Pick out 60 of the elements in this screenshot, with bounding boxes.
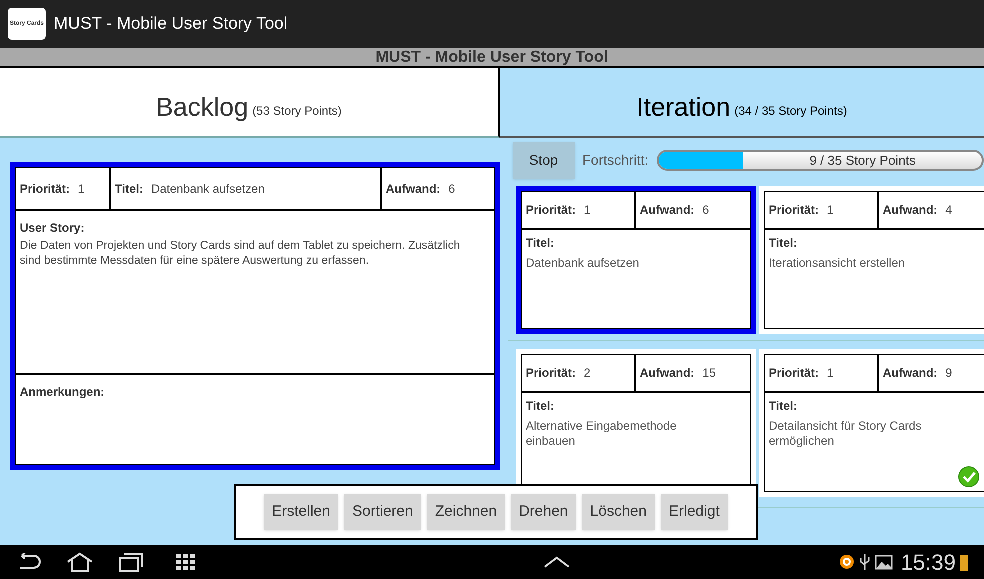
title-bar: MUST - Mobile User Story Tool [0,48,984,68]
field-label: Priorität: [769,365,820,382]
field-label: User Story: [20,220,86,237]
field-value: 15 [702,365,716,382]
field-label: Anmerkungen: [20,384,106,401]
field-label: Titel: [769,235,798,252]
notification-icon [838,554,855,570]
card-title: Datenbank aufsetzen [526,256,640,271]
stop-button[interactable]: Stop [513,142,574,179]
home-icon[interactable] [66,552,94,572]
story-card[interactable]: Priorität: 1 Aufwand: 9 Titel: Detailansicht für Story Cards ermöglichen [759,349,984,497]
field-value: 1 [827,365,834,382]
apps-grid-icon[interactable] [176,554,196,570]
field-label: Priorität: [526,365,576,382]
field-label: Aufwand: [640,202,695,219]
field-label: Priorität: [769,202,820,219]
field-value: 6 [448,180,456,198]
field-value: 1 [78,180,85,198]
field-label: Aufwand: [640,365,695,382]
field-value: 6 [702,202,710,219]
toolbar-button[interactable]: Löschen [582,494,655,530]
card-title: Iterationsansicht erstellen [769,256,906,271]
story-card[interactable]: Priorität: 1 Aufwand: 4 Titel: Iterationsansicht erstellen [759,186,984,334]
progress-text: 9 / 35 Story Points [808,152,917,169]
field-label: Titel: [769,398,798,415]
toolbar-button[interactable]: Drehen [511,494,576,530]
field-value: 4 [946,202,952,219]
field-label: Priorität: [526,202,576,219]
toolbar-button[interactable]: Sortieren [344,494,422,530]
app-title: MUST - Mobile User Story Tool [54,13,288,36]
iteration-title: Iteration [636,94,731,120]
field-label: Aufwand: [883,365,938,382]
field-label: Aufwand: [386,180,441,198]
backlog-title: Backlog [156,94,249,120]
field-value: 2 [584,365,591,382]
battery-icon [960,553,968,571]
field-value: Datenbank aufsetzen [151,180,265,198]
toolbar-button[interactable]: Erledigt [661,494,728,530]
iteration-points: (34 / 35 Story Points) [734,103,848,120]
story-card[interactable]: Priorität: 1 Aufwand: 6 Titel: Datenbank aufsetzen [516,186,756,334]
toolbar-button[interactable]: Erstellen [264,494,338,530]
card-title: Detailansicht für Story Cards ermöglichen [769,419,923,449]
usb-icon [858,553,871,571]
story-text: Die Daten von Projekten und Story Cards sind auf dem Tablet zu speichern. Zusätzlich sind bestimmte Messdaten für eine spätere Auswertung zu erfassen. [20,239,462,269]
caret-up-icon[interactable] [543,555,572,569]
field-label: Priorität: [20,180,70,198]
image-icon [874,554,893,570]
field-value: 1 [584,202,591,219]
recent-apps-icon[interactable] [118,552,144,572]
card-title: Alternative Eingabemethode einbauen [526,419,678,449]
backlog-points: (53 Story Points) [252,103,342,120]
field-value: 9 [946,365,952,382]
field-label: Titel: [526,398,556,415]
toolbar-button[interactable]: Zeichnen [427,494,506,530]
progress-label: Fortschritt: [582,151,649,170]
field-value: 1 [827,202,834,219]
field-label: Titel: [526,235,556,252]
clock: 15:39 [900,548,956,576]
field-label: Titel: [115,180,144,198]
field-label: Aufwand: [883,202,938,219]
